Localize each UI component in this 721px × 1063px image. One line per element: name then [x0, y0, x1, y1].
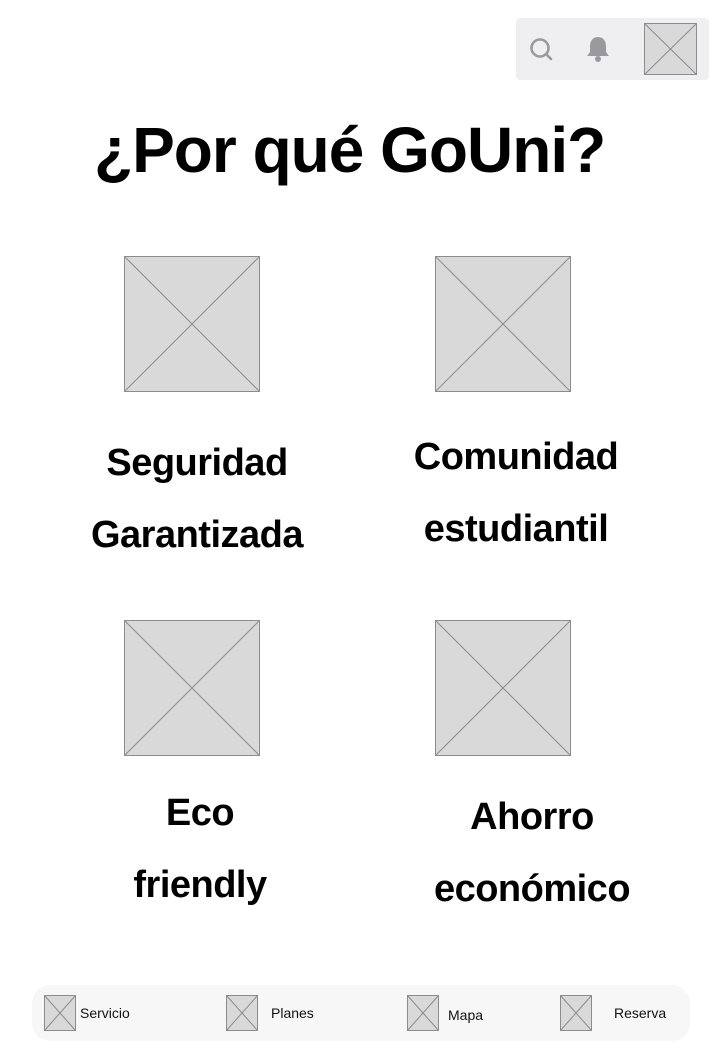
avatar-placeholder[interactable] — [644, 23, 697, 75]
bottom-navigation: Servicio Planes Mapa Reserva — [32, 985, 690, 1041]
top-action-bar — [516, 18, 709, 80]
feature-label-community: Comunidad estudiantil — [386, 421, 646, 565]
feature-label-line2: Garantizada — [90, 514, 304, 556]
feature-label-security: Seguridad Garantizada — [67, 427, 327, 571]
nav-item-servicio[interactable]: Servicio — [44, 993, 154, 1033]
nav-label: Servicio — [80, 1005, 130, 1021]
page-title: ¿Por qué GoUni? — [94, 114, 606, 186]
nav-label: Planes — [271, 1005, 314, 1021]
nav-label: Mapa — [448, 1007, 484, 1023]
feature-label-line1: Seguridad — [106, 442, 288, 484]
feature-label-line2: friendly — [133, 864, 267, 906]
nav-label: Reserva — [614, 1005, 667, 1021]
feature-label-eco: Eco friendly — [70, 777, 330, 921]
feature-image-community — [435, 256, 571, 392]
nav-item-planes[interactable]: Planes — [226, 993, 336, 1033]
feature-label-savings: Ahorro económico — [402, 781, 662, 925]
search-icon[interactable] — [528, 36, 556, 64]
image-placeholder-icon — [560, 995, 592, 1031]
image-placeholder-icon — [407, 995, 439, 1031]
feature-label-line2: económico — [433, 868, 631, 910]
feature-label-line1: Ahorro — [470, 796, 594, 838]
image-placeholder-icon — [44, 995, 76, 1031]
feature-label-line1: Eco — [165, 792, 235, 834]
feature-label-line1: Comunidad — [413, 436, 619, 478]
feature-image-savings — [435, 620, 571, 756]
image-placeholder-icon — [226, 995, 258, 1031]
feature-image-security — [124, 256, 260, 392]
bell-icon[interactable] — [584, 34, 612, 64]
nav-item-mapa[interactable]: Mapa — [407, 993, 517, 1033]
nav-item-reserva[interactable]: Reserva — [560, 993, 680, 1033]
feature-image-eco — [124, 620, 260, 756]
feature-label-line2: estudiantil — [423, 508, 609, 550]
